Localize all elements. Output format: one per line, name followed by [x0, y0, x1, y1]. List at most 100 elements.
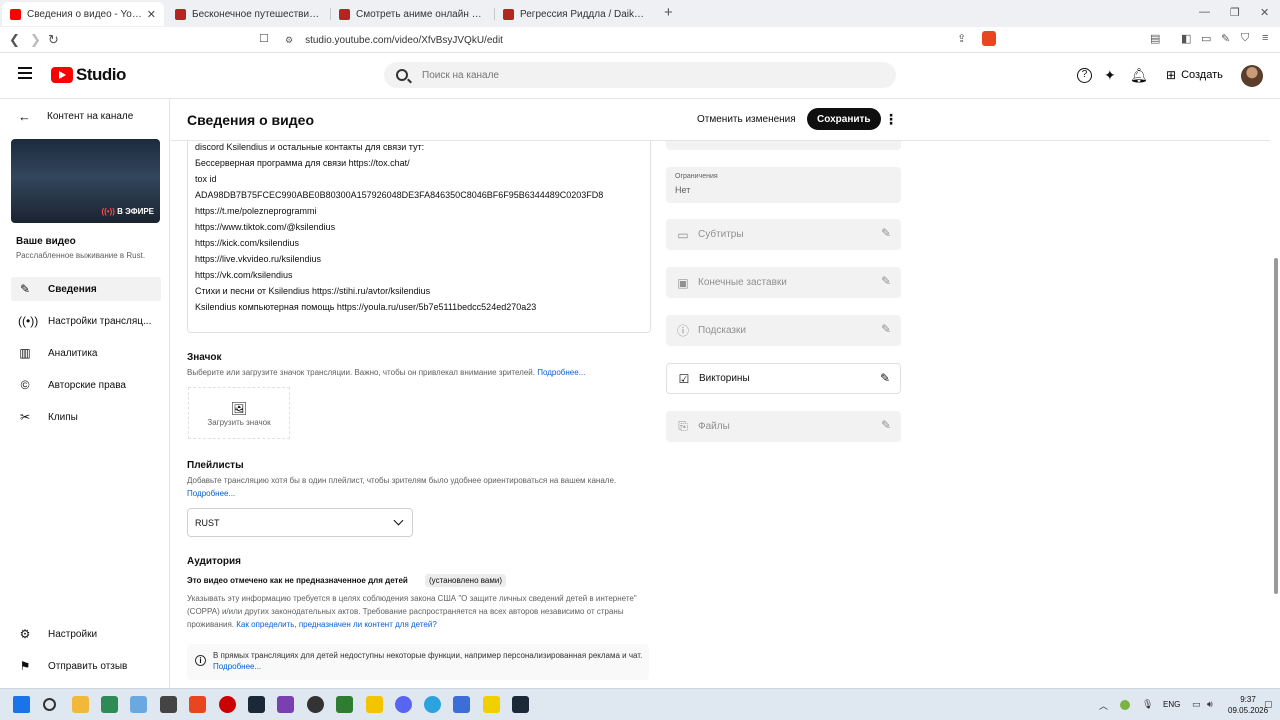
forward-icon[interactable]: ❯ — [30, 32, 41, 48]
app-icon[interactable] — [336, 696, 353, 713]
cards-row[interactable]: ⓘ Подсказки ✎ — [666, 315, 901, 346]
microphone-icon[interactable]: 🎙︎ — [1142, 699, 1153, 710]
file-explorer-icon[interactable] — [72, 696, 89, 713]
upload-thumbnail-label: Загрузить значок — [207, 418, 271, 427]
video-thumbnail[interactable]: ((•)) В ЭФИРЕ — [11, 139, 160, 223]
youtube-play-icon — [51, 67, 73, 83]
input-language[interactable]: ENG — [1163, 700, 1180, 709]
reader-icon[interactable]: ▤ — [1150, 32, 1160, 45]
new-tab-button[interactable]: + — [664, 4, 673, 21]
end-screen-icon: ▣ — [677, 275, 689, 290]
save-button[interactable]: Сохранить — [807, 108, 881, 130]
spreadsheet-app-icon[interactable] — [101, 696, 118, 713]
end-screen-row[interactable]: ▣ Конечные заставки ✎ — [666, 267, 901, 298]
sidebar-item-stream-settings[interactable]: ((•)) Настройки трансляц... — [11, 309, 161, 333]
studio-logo[interactable]: Studio — [51, 65, 126, 85]
discord-icon[interactable] — [395, 696, 412, 713]
pencil-icon[interactable]: ✎ — [880, 371, 890, 385]
tray-chevron-up-icon[interactable]: ︿ — [1099, 699, 1108, 712]
avatar[interactable] — [1241, 65, 1263, 87]
site-info-icon[interactable]: ⚙ — [285, 35, 293, 46]
browser-tab-3[interactable]: Смотреть аниме онлайн и многое — [331, 2, 493, 26]
volume-icon[interactable]: 🔊︎ — [1207, 699, 1213, 710]
search-icon[interactable] — [43, 698, 56, 711]
app-icon[interactable] — [483, 696, 500, 713]
search-icon[interactable] — [396, 69, 408, 81]
maximize-icon[interactable]: ❐ — [1230, 6, 1240, 19]
search-input[interactable] — [422, 69, 822, 81]
minimize-icon[interactable]: — — [1199, 6, 1210, 18]
share-icon[interactable]: ⇪ — [957, 32, 966, 45]
tray-app-icon[interactable] — [1120, 700, 1130, 710]
close-window-icon[interactable]: ✕ — [1260, 6, 1269, 19]
scrollbar-thumb[interactable] — [1274, 258, 1278, 594]
sidebar-toggle-icon[interactable]: ◧ — [1181, 32, 1191, 45]
steam-icon[interactable] — [512, 696, 529, 713]
sidebar-item-feedback[interactable]: ⚑ Отправить отзыв — [11, 654, 161, 678]
windows-start-icon[interactable] — [13, 696, 30, 713]
info-icon: i — [195, 655, 206, 666]
audience-help-link[interactable]: Как определить, предназначен ли контент … — [236, 620, 437, 629]
app-icon[interactable] — [160, 696, 177, 713]
network-icon[interactable]: ▭ — [1192, 699, 1201, 710]
bookmark-icon[interactable]: ☐ — [259, 32, 269, 45]
sparkle-icon[interactable]: ✦ — [1104, 67, 1116, 84]
playlists-learn-more-link[interactable]: Подробнее... — [187, 489, 235, 498]
browser-tab-2[interactable]: Бесконечное путешествие корабля — [167, 2, 329, 26]
telegram-icon[interactable] — [424, 696, 441, 713]
site-favicon-icon — [503, 8, 514, 20]
files-row[interactable]: ⎘ Файлы ✎ — [666, 411, 901, 442]
brave-shield-icon[interactable] — [982, 31, 996, 46]
browser-nav-bar: ❮ ❯ ↻ ☐ ⚙ studio.youtube.com/video/XfvBs… — [0, 27, 1280, 53]
notifications-icon[interactable]: ▢ — [1264, 699, 1273, 710]
upload-thumbnail-button[interactable]: 🖼︎ Загрузить значок — [188, 387, 290, 439]
more-options-icon[interactable]: ⋮ — [884, 111, 898, 128]
close-tab-icon[interactable]: ✕ — [147, 8, 156, 21]
extensions-icon[interactable]: ✎ — [1221, 32, 1230, 45]
steam-icon[interactable] — [248, 696, 265, 713]
obs-icon[interactable] — [307, 696, 324, 713]
discard-changes-button[interactable]: Отменить изменения — [687, 108, 806, 130]
pencil-icon[interactable]: ✎ — [881, 322, 891, 336]
back-icon[interactable]: ❮ — [9, 32, 20, 48]
sidebar-item-settings[interactable]: ⚙ Настройки — [11, 622, 161, 646]
back-to-content-link[interactable]: ← Контент на канале — [18, 109, 133, 124]
sidebar-item-clips[interactable]: ✂ Клипы — [11, 405, 161, 429]
app-icon[interactable] — [277, 696, 294, 713]
create-button[interactable]: ⊞ Создать — [1160, 63, 1229, 87]
channel-search[interactable] — [384, 62, 896, 88]
system-clock[interactable]: 9:37 09.05.2026 — [1228, 694, 1268, 716]
tab-title: Смотреть аниме онлайн и многое — [356, 8, 485, 20]
arrow-left-icon: ← — [18, 109, 31, 124]
address-bar[interactable]: ⚙ studio.youtube.com/video/XfvBsyJVQkU/e… — [277, 31, 997, 49]
app-icon[interactable] — [366, 696, 383, 713]
browser-tab-studio[interactable]: Сведения о видео - YouTube Studio ✕ — [2, 2, 164, 26]
quizzes-row[interactable]: ☑ Викторины ✎ — [666, 363, 901, 394]
thumbnail-learn-more-link[interactable]: Подробнее... — [537, 368, 585, 377]
playlist-dropdown[interactable]: RUST — [187, 508, 413, 537]
sidebar-item-label: Настройки — [48, 628, 98, 640]
sidebar-item-details[interactable]: ✎ Сведения — [11, 277, 161, 301]
help-icon[interactable]: ? — [1077, 68, 1092, 83]
subtitles-row[interactable]: ▭ Субтитры ✎ — [666, 219, 901, 250]
hamburger-menu-icon[interactable] — [18, 67, 32, 79]
brave-browser-icon[interactable] — [189, 696, 206, 713]
restrictions-field[interactable]: Ограничения Нет — [666, 167, 901, 203]
pencil-icon[interactable]: ✎ — [881, 274, 891, 288]
browser-menu-icon[interactable]: ≡ — [1262, 32, 1268, 44]
wallet-icon[interactable]: ▭ — [1201, 32, 1211, 45]
chart-app-icon[interactable] — [453, 696, 470, 713]
description-textarea[interactable]: discord Ksilendius и остальные контакты … — [187, 141, 651, 333]
bell-icon[interactable]: 🔔︎ — [1130, 67, 1148, 84]
store-app-icon[interactable] — [130, 696, 147, 713]
pencil-icon[interactable]: ✎ — [881, 226, 891, 240]
shield-icon[interactable]: ⛉ — [1241, 32, 1249, 45]
sidebar-item-analytics[interactable]: ▥ Аналитика — [11, 341, 161, 365]
pencil-icon[interactable]: ✎ — [881, 418, 891, 432]
description-line: https://kick.com/ksilendius — [195, 238, 300, 248]
reload-icon[interactable]: ↻ — [48, 32, 59, 48]
notice-learn-more-link[interactable]: Подробнее... — [213, 662, 261, 671]
media-app-icon[interactable] — [219, 696, 236, 713]
sidebar-item-copyright[interactable]: © Авторские права — [11, 373, 161, 397]
browser-tab-4[interactable]: Регрессия Риддла / Daikenja Riddle — [495, 2, 657, 26]
